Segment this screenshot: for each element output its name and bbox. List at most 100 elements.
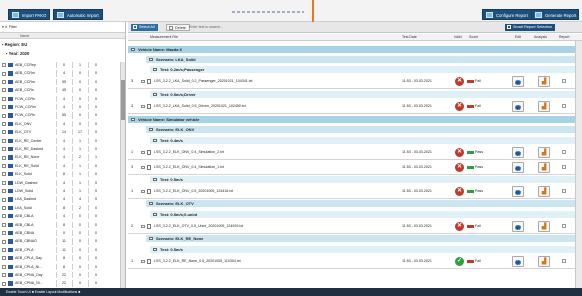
- left-tree-item[interactable]: ELK_RE_None 4 2 1: [0, 154, 125, 161]
- left-tree-item[interactable]: FCW_CCRm 4 0 0: [0, 104, 125, 111]
- scroll-thumb[interactable]: [121, 80, 125, 120]
- checkbox[interactable]: [2, 88, 6, 93]
- col-score[interactable]: Score: [469, 34, 478, 41]
- edit-button[interactable]: [512, 147, 524, 158]
- smart-report-selection-button[interactable]: Smart Report Selection: [505, 24, 556, 31]
- left-tree-item[interactable]: AEB_CBLA 8 0 0: [0, 221, 125, 228]
- left-tree-item[interactable]: ELK_ONV 4 0 0: [0, 120, 125, 127]
- checkbox[interactable]: [2, 63, 6, 68]
- checkbox[interactable]: [2, 172, 6, 177]
- collapse-toggle[interactable]: [153, 177, 157, 182]
- left-tree-item[interactable]: AEB_CCRep 0 1 0: [0, 62, 125, 69]
- year-group[interactable]: ▪ Year: 2020: [6, 51, 29, 56]
- collapse-toggle[interactable]: [153, 212, 157, 217]
- report-checkbox[interactable]: [562, 104, 566, 108]
- left-tree-item[interactable]: ELK_RE_Dashed 4 1 0: [0, 146, 125, 153]
- chevron-down-icon[interactable]: ▾ ✕: [2, 25, 9, 29]
- table-row[interactable]: 2 LSS_3.2.2_ELK_OTV_0.5_Unint_20201005_12…: [128, 219, 582, 234]
- analysis-button[interactable]: ▟: [538, 76, 550, 87]
- report-checkbox[interactable]: [562, 189, 566, 193]
- checkbox[interactable]: [2, 231, 6, 236]
- left-column-header[interactable]: Name: [0, 32, 125, 39]
- left-tree-item[interactable]: AEB_CPLA 11 0 0: [0, 246, 125, 253]
- left-scrollbar[interactable]: [120, 62, 125, 288]
- group-header[interactable]: Test: 0.5m/s: [150, 246, 582, 253]
- edit-button[interactable]: [512, 76, 524, 87]
- checkbox[interactable]: [2, 239, 6, 244]
- checkbox[interactable]: [2, 256, 6, 261]
- group-header[interactable]: Scenario: ELK_OTV: [146, 200, 582, 207]
- edit-button[interactable]: [512, 256, 524, 267]
- left-tree-item[interactable]: LKA_Solid 8 2 0: [0, 204, 125, 211]
- checkbox[interactable]: [2, 197, 6, 202]
- table-row[interactable]: 3 LSS_3.2.2_LKA_Solid_0.2_Passenger_20201…: [128, 74, 582, 89]
- left-tree-item[interactable]: LDW_Solid 4 1 0: [0, 188, 125, 195]
- checkbox[interactable]: [2, 247, 6, 252]
- collapse-toggle[interactable]: [149, 57, 153, 62]
- report-checkbox[interactable]: [562, 259, 566, 263]
- collapse-toggle[interactable]: [149, 236, 153, 241]
- collapse-toggle[interactable]: [131, 117, 135, 122]
- group-header[interactable]: Scenario: ELK_ONV: [146, 126, 582, 133]
- col-test-date[interactable]: Test Date: [402, 34, 417, 41]
- report-checkbox[interactable]: [562, 79, 566, 83]
- collapse-toggle[interactable]: [153, 247, 157, 252]
- delete-button[interactable]: Delete: [166, 24, 190, 31]
- collapse-toggle[interactable]: [153, 138, 157, 143]
- group-header[interactable]: Test: 0.2m/s;Passenger: [150, 66, 582, 73]
- splitter-handle[interactable]: [312, 0, 314, 22]
- row-checkbox[interactable]: [141, 165, 145, 170]
- col-edit[interactable]: Edit: [515, 34, 521, 41]
- checkbox[interactable]: [2, 281, 6, 286]
- table-row[interactable]: 3 LSS_3.2.2_LKA_Solid_0.5_Driven_20201021…: [128, 99, 582, 114]
- collapse-toggle[interactable]: [153, 92, 157, 97]
- collapse-toggle[interactable]: [149, 201, 153, 206]
- analysis-button[interactable]: ▟: [538, 101, 550, 112]
- left-tree-item[interactable]: AEB_CCRs 45 0 0: [0, 87, 125, 94]
- collapse-toggle[interactable]: [131, 47, 135, 52]
- checkbox[interactable]: [2, 189, 6, 194]
- checkbox[interactable]: [2, 222, 6, 227]
- edit-button[interactable]: [512, 162, 524, 173]
- checkbox[interactable]: [2, 264, 6, 269]
- col-report[interactable]: Report: [559, 34, 570, 41]
- left-tree-item[interactable]: AEB_CCRm 55 0 0: [0, 78, 125, 85]
- left-tree-item[interactable]: ELK_OTV 14 17 0: [0, 129, 125, 136]
- group-header[interactable]: Scenario: ELK_RE_None: [146, 235, 582, 242]
- left-tree-item[interactable]: ELK_RE_Center 4 1 0: [0, 137, 125, 144]
- left-tree-item[interactable]: ELK_RE_Solid 4 1 0: [0, 162, 125, 169]
- checkbox[interactable]: [2, 121, 6, 126]
- left-tree-item[interactable]: FCW_CCRs 55 0 0: [0, 112, 125, 119]
- left-tree-item[interactable]: AEB_CBNA 0 0 0: [0, 230, 125, 237]
- checkbox[interactable]: [2, 214, 6, 219]
- table-row[interactable]: 1 LSS_3.2.2_ELK_ONV_0.5_20201005_124416.t…: [128, 184, 582, 199]
- report-checkbox[interactable]: [562, 165, 566, 169]
- checkbox[interactable]: [2, 71, 6, 76]
- report-checkbox[interactable]: [562, 224, 566, 228]
- checkbox[interactable]: [2, 163, 6, 168]
- row-checkbox[interactable]: [141, 104, 145, 109]
- edit-button[interactable]: [512, 186, 524, 197]
- generate-report-button[interactable]: Generate Report: [531, 9, 580, 20]
- table-row[interactable]: 1 LSS_3.2.2_ELK_RE_None_0.5_20201005_1103…: [128, 254, 582, 269]
- edit-button[interactable]: [512, 101, 524, 112]
- group-header[interactable]: Test: 0.4m/s: [150, 137, 582, 144]
- checkbox[interactable]: [2, 96, 6, 101]
- table-row[interactable]: 3 LSS_3.2.2_ELK_ONV_0.4_Simulation_1.txt 1…: [128, 160, 582, 175]
- left-tree-item[interactable]: AEB_CPLA_Ni... 8 0 0: [0, 263, 125, 270]
- table-row[interactable]: 1 LSS_3.2.2_ELK_ONV_0.4_Simulation_2.txt 1…: [128, 145, 582, 160]
- col-measurement-file[interactable]: Measurement File: [150, 34, 178, 41]
- row-checkbox[interactable]: [141, 259, 145, 264]
- select-all-button[interactable]: Select All: [131, 24, 158, 31]
- group-header[interactable]: Vehicle Name: Mazda 6: [128, 46, 582, 53]
- group-header[interactable]: Test: 0.5m/s: [150, 176, 582, 183]
- left-tree-item[interactable]: LDW_Dashed 4 1 0: [0, 179, 125, 186]
- automatic-import-button[interactable]: Automatic Import: [53, 9, 103, 20]
- grid-scrollbar[interactable]: [575, 41, 582, 288]
- row-checkbox[interactable]: [141, 224, 145, 229]
- checkbox[interactable]: [2, 79, 6, 84]
- row-checkbox[interactable]: [141, 79, 145, 84]
- left-tree-item[interactable]: AEB_CBLA 4 0 0: [0, 213, 125, 220]
- left-tree-item[interactable]: FCW_CCRs 4 0 0: [0, 95, 125, 102]
- analysis-button[interactable]: ▟: [538, 221, 550, 232]
